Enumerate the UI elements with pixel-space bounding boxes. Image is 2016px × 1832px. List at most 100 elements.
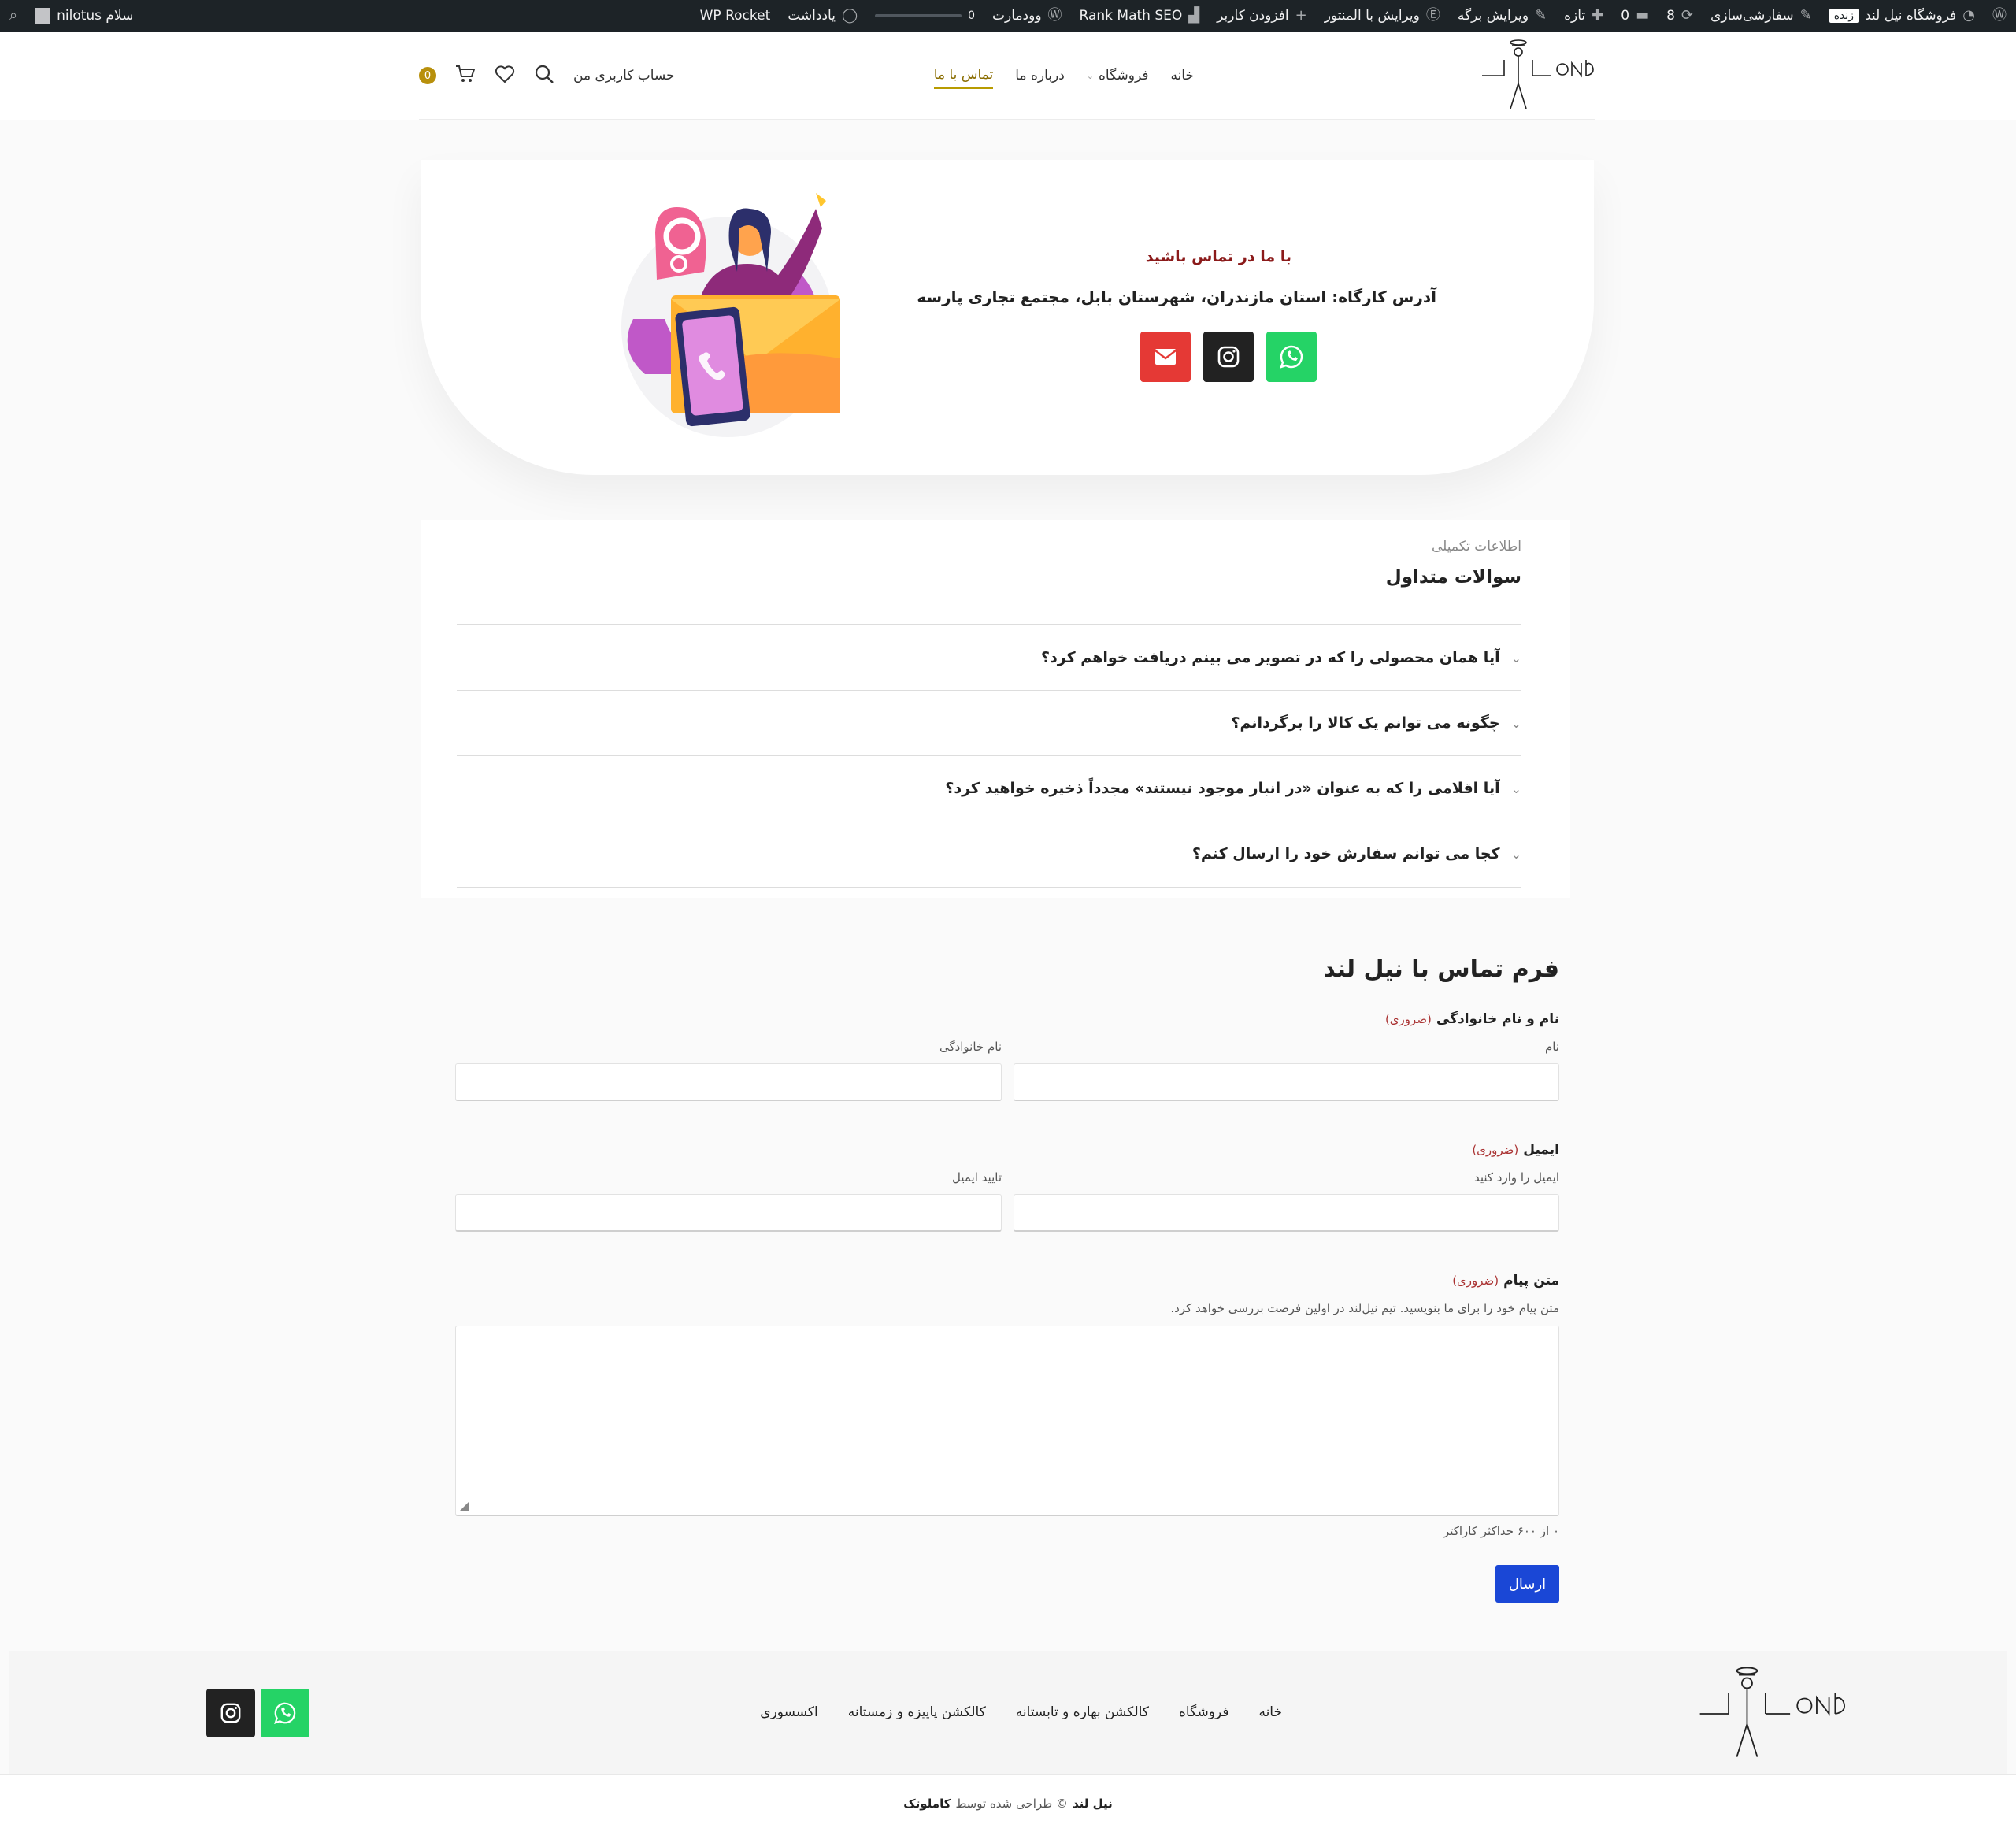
admin-bar-right: Ⓦ ◔ فروشگاه نیل لند زنده ✎ سفارشی‌سازی ⟳ 8 ▬…: [700, 8, 2007, 24]
notes-progress: [875, 14, 962, 17]
contact-hero: با ما در تماس باشید آدرس کارگاه: استان م…: [421, 160, 1594, 475]
chevron-down-icon: ⌄: [1510, 846, 1521, 862]
footer-whatsapp-button[interactable]: [261, 1689, 309, 1737]
copyright-text: © طراحی شده توسط: [955, 1796, 1068, 1811]
designer-link[interactable]: کاملوتک: [903, 1797, 951, 1811]
form-title: فرم تماس با نیل لند: [1323, 955, 1559, 983]
my-account-link[interactable]: حساب کاربری من: [573, 68, 675, 83]
site-header: خانه فروشگاه ⌄ درباره ما تماس با ما 0 حسا…: [0, 32, 2016, 120]
faq-question: کجا می توانم سفارش خود را ارسال کنم؟: [1191, 845, 1500, 862]
whatsapp-button[interactable]: [1266, 332, 1317, 382]
chevron-down-icon: ⌄: [1510, 715, 1521, 731]
admin-bar: Ⓦ ◔ فروشگاه نیل لند زنده ✎ سفارشی‌سازی ⟳ 8 ▬…: [0, 0, 2016, 32]
main-nav: خانه فروشگاه ⌄ درباره ما تماس با ما: [933, 32, 1194, 120]
comments-link[interactable]: ▬ 0: [1621, 8, 1649, 24]
add-user-link[interactable]: + افزودن کاربر: [1217, 8, 1307, 24]
faq-title: سوالات متداول: [1385, 567, 1521, 588]
nav-shop[interactable]: فروشگاه ⌄: [1087, 63, 1149, 88]
rank-math-link[interactable]: ▟ Rank Math SEO: [1080, 8, 1200, 24]
new-content-link[interactable]: ✚ تازه: [1564, 8, 1603, 24]
envelope-icon: [1154, 349, 1177, 365]
dashboard-icon: ◔: [1962, 7, 1975, 24]
email-button[interactable]: [1140, 332, 1191, 382]
live-badge: زنده: [1829, 9, 1859, 23]
resize-handle-icon[interactable]: ◢: [459, 1498, 469, 1513]
footer-instagram-button[interactable]: [206, 1689, 255, 1737]
last-name-label: نام خانوادگی: [939, 1040, 1002, 1054]
customize-link[interactable]: ✎ سفارشی‌سازی: [1710, 8, 1812, 24]
updates-link[interactable]: ⟳ 8: [1666, 8, 1693, 24]
last-name-field[interactable]: [455, 1063, 1002, 1101]
faq-subtitle: اطلاعات تکمیلی: [1431, 539, 1521, 554]
message-textarea[interactable]: ◢: [455, 1326, 1559, 1516]
footer-logo[interactable]: [1698, 1662, 1847, 1766]
instagram-button[interactable]: [1203, 332, 1254, 382]
pencil-icon: ✎: [1535, 7, 1547, 24]
faq-question: چگونه می توانم یک کالا را برگردانم؟: [1231, 714, 1500, 732]
faq-item[interactable]: ⌄ چگونه می توانم یک کالا را برگردانم؟: [457, 691, 1522, 755]
faq-item[interactable]: ⌄ آیا همان محصولی را که در تصویر می بینم …: [457, 625, 1521, 690]
my-account-link[interactable]: سلام nilotus: [35, 8, 133, 24]
submit-button[interactable]: ارسال: [1495, 1565, 1559, 1603]
hero-title: با ما در تماس باشید: [1145, 248, 1292, 265]
site-logo[interactable]: [1480, 36, 1595, 115]
message-label: متن پیام(ضروری): [1452, 1273, 1559, 1289]
contact-illustration: [621, 193, 840, 437]
chevron-down-icon: ⌄: [1510, 781, 1521, 796]
instagram-icon: [1217, 346, 1240, 368]
admin-search-icon[interactable]: ⌕: [9, 9, 17, 23]
cart-count-badge: 0: [419, 67, 436, 84]
required-marker: (ضروری): [1384, 1012, 1432, 1026]
wishlist-heart-icon[interactable]: [495, 65, 515, 87]
chevron-down-icon: ⌄: [1086, 70, 1095, 81]
nav-home[interactable]: خانه: [1170, 63, 1194, 88]
header-tools: 0 حساب کاربری من: [419, 32, 675, 120]
brush-icon: ✎: [1799, 7, 1812, 24]
nav-contact[interactable]: تماس با ما: [933, 62, 994, 89]
copyright-brand: نیل لند: [1072, 1796, 1113, 1811]
chat-icon: ◯: [841, 7, 858, 24]
faq-divider: [457, 887, 1521, 888]
site-footer: خانه فروشگاه کالکشن بهاره و تابستانه کال…: [9, 1651, 2007, 1774]
nav-about[interactable]: درباره ما: [1015, 63, 1065, 88]
whatsapp-icon: [274, 1702, 296, 1724]
edit-elementor-link[interactable]: Ⓔ ویرایش با المنتور: [1325, 8, 1440, 24]
cart-icon[interactable]: [455, 65, 476, 87]
first-name-field[interactable]: [1014, 1063, 1559, 1101]
email-field[interactable]: [1014, 1194, 1559, 1232]
faq-section: اطلاعات تکمیلی سوالات متداول ⌄ آیا همان م…: [421, 520, 1570, 898]
footer-nav: خانه فروشگاه کالکشن بهاره و تابستانه کال…: [760, 1651, 1282, 1774]
notes-link[interactable]: ◯ یادداشت: [788, 8, 858, 24]
required-marker: (ضروری): [1472, 1143, 1519, 1157]
required-marker: (ضروری): [1452, 1274, 1499, 1288]
email-label: ایمیل(ضروری): [1472, 1142, 1559, 1158]
footer-nav-spring-summer[interactable]: کالکشن بهاره و تابستانه: [1016, 1704, 1149, 1720]
notes-bar[interactable]: 0: [875, 9, 975, 22]
footer-nav-home[interactable]: خانه: [1258, 1704, 1282, 1720]
workshop-address: آدرس کارگاه: استان مازندران، شهرستان باب…: [917, 287, 1436, 306]
faq-question: آیا اقلامی را که به عنوان «در انبار موجو…: [945, 780, 1500, 797]
faq-item[interactable]: ⌄ آیا اقلامی را که به عنوان «در انبار موج…: [457, 756, 1521, 821]
footer-nav-accessories[interactable]: اکسسوری: [760, 1704, 817, 1720]
first-name-label: نام: [1544, 1040, 1559, 1054]
edit-page-link[interactable]: ✎ ویرایش برگه: [1458, 8, 1547, 24]
faq-divider: [457, 624, 1521, 625]
character-counter: ۰ از ۶۰۰ حداکثر کاراکتر: [1443, 1524, 1559, 1538]
wp-logo-icon[interactable]: Ⓦ: [1992, 9, 2007, 23]
comment-icon: ▬: [1636, 7, 1650, 24]
whatsapp-icon: [1280, 345, 1303, 369]
message-help: متن پیام خود را برای ما بنویسید. تیم نیل…: [1170, 1301, 1559, 1315]
instagram-icon: [220, 1703, 241, 1723]
elementor-icon: Ⓔ: [1425, 7, 1440, 24]
site-name-menu[interactable]: ◔ فروشگاه نیل لند زنده: [1829, 8, 1975, 24]
woodmart-link[interactable]: Ⓦ وودمارت: [992, 8, 1062, 24]
search-icon[interactable]: [534, 64, 554, 88]
footer-nav-shop[interactable]: فروشگاه: [1179, 1704, 1228, 1720]
header-inner: خانه فروشگاه ⌄ درباره ما تماس با ما 0 حسا…: [419, 32, 1595, 120]
wp-rocket-link[interactable]: WP Rocket: [700, 8, 771, 24]
faq-item[interactable]: ⌄ کجا می توانم سفارش خود را ارسال کنم؟: [457, 821, 1521, 886]
footer-nav-autumn-winter[interactable]: کالکشن پاییزه و زمستانه: [848, 1704, 986, 1720]
email-confirm-field[interactable]: [455, 1194, 1002, 1232]
rank-math-icon: ▟: [1188, 7, 1200, 24]
email-enter-label: ایمیل را وارد کنید: [1473, 1170, 1559, 1185]
